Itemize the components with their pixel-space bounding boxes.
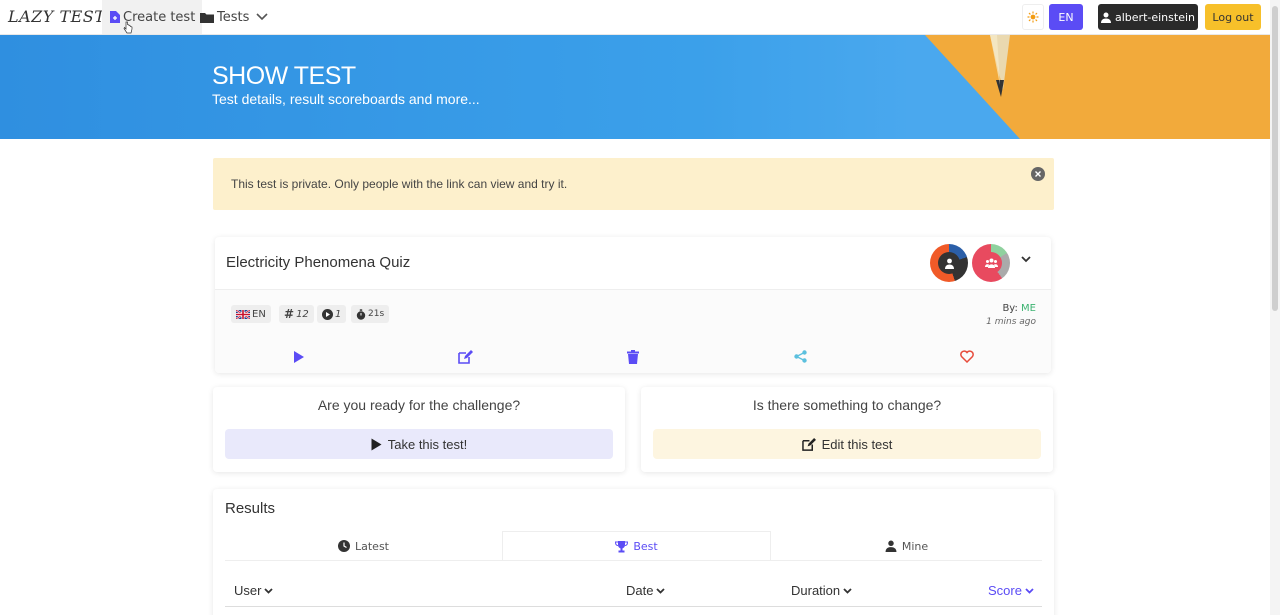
chevron-down-icon (1025, 587, 1034, 594)
user-tie-icon (944, 258, 954, 269)
tests-label: Tests (217, 9, 250, 25)
chevron-down-icon (264, 587, 274, 594)
language-tag: EN (231, 305, 271, 323)
create-test-label: Create test (123, 9, 196, 25)
top-navbar: LAZY TEST Create test Tests EN albert-ei… (0, 0, 1270, 35)
language-tag-label: EN (252, 308, 266, 320)
tab-best[interactable]: Best (502, 531, 771, 561)
chevron-down-icon (256, 13, 268, 21)
question-count-tag: # 12 (279, 305, 314, 323)
edit-test-card: Is there something to change? Edit this … (641, 387, 1053, 472)
column-score[interactable]: Score (988, 583, 1034, 598)
tab-mine-label: Mine (901, 539, 929, 553)
app-logo[interactable]: LAZY TEST (8, 7, 105, 26)
alert-message: This test is private. Only people with t… (231, 177, 568, 191)
column-date-label: Date (626, 583, 654, 598)
tab-latest[interactable]: Latest (225, 531, 502, 561)
uk-flag-icon (236, 309, 250, 319)
edit-test-label: Edit this test (821, 436, 893, 452)
edit-test-button[interactable]: Edit this test (653, 429, 1041, 459)
take-test-label: Take this test! (387, 436, 468, 452)
expand-chevron-icon[interactable] (1021, 256, 1031, 263)
play-icon (371, 438, 382, 450)
owner-stats-donut[interactable] (930, 244, 968, 282)
play-count-label: 1 (335, 308, 342, 320)
author-line: By: ME (975, 303, 1036, 314)
results-card: Results Latest Best Mine User Date Durat… (213, 489, 1054, 615)
tab-mine[interactable]: Mine (771, 531, 1042, 561)
duration-label: 21s (368, 309, 385, 319)
take-test-button[interactable]: Take this test! (225, 429, 613, 459)
column-date[interactable]: Date (626, 583, 666, 598)
trash-icon[interactable] (627, 350, 639, 364)
question-count-label: 12 (296, 308, 309, 320)
column-user-label: User (234, 583, 262, 598)
folder-icon (200, 12, 214, 23)
test-title: Electricity Phenomena Quiz (226, 254, 411, 271)
by-label: By: (1002, 303, 1018, 314)
heart-icon[interactable] (960, 350, 974, 363)
close-icon (1035, 171, 1041, 177)
author-link[interactable]: ME (1021, 303, 1036, 314)
edit-icon (801, 437, 816, 451)
theme-toggle-button[interactable] (1022, 4, 1044, 30)
column-user[interactable]: User (234, 583, 274, 598)
page-subtitle: Test details, result scoreboards and mor… (212, 91, 480, 107)
challenge-question: Are you ready for the challenge? (317, 397, 521, 413)
user-tie-icon (1101, 12, 1111, 23)
test-card: Electricity Phenomena Quiz EN # 12 1 21s… (215, 237, 1051, 373)
hash-icon: # (284, 307, 295, 321)
column-score-label: Score (988, 583, 1022, 598)
user-menu-button[interactable]: albert-einstein (1098, 4, 1198, 30)
created-ago: 1 mins ago (986, 317, 1036, 327)
column-duration-label: Duration (791, 583, 841, 598)
chevron-down-icon (843, 587, 852, 594)
hero-banner: SHOW TEST Test details, result scoreboar… (0, 35, 1270, 139)
create-test-link[interactable]: Create test (102, 0, 203, 34)
header-divider (225, 606, 1042, 607)
play-count-tag: 1 (317, 305, 347, 323)
mouse-cursor-icon (123, 21, 133, 34)
user-tie-icon (885, 540, 897, 552)
tab-best-label: Best (633, 540, 658, 553)
private-test-alert: This test is private. Only people with t… (213, 158, 1054, 210)
share-icon[interactable] (794, 350, 807, 363)
clock-icon (338, 540, 350, 552)
take-test-card: Are you ready for the challenge? Take th… (213, 387, 625, 472)
play-icon[interactable] (293, 350, 305, 364)
tests-dropdown[interactable]: Tests (200, 0, 271, 34)
username-label: albert-einstein (1115, 10, 1195, 24)
scrollbar-thumb[interactable] (1272, 6, 1278, 311)
tabs-divider (225, 560, 1042, 561)
duration-tag: 21s (351, 305, 390, 323)
edit-icon[interactable] (458, 350, 473, 364)
stopwatch-icon (356, 308, 366, 320)
column-duration[interactable]: Duration (791, 583, 852, 598)
alert-close-button[interactable] (1031, 167, 1045, 181)
play-circle-icon (322, 308, 333, 320)
community-stats-donut[interactable] (972, 244, 1010, 282)
chevron-down-icon (656, 587, 666, 594)
pencil-illustration (990, 35, 1010, 97)
sun-icon (1027, 11, 1039, 23)
tab-latest-label: Latest (355, 539, 389, 553)
file-plus-icon (110, 11, 120, 23)
language-button[interactable]: EN (1049, 4, 1083, 30)
page-title: SHOW TEST (212, 62, 356, 90)
card-divider (215, 289, 1051, 290)
trophy-icon (615, 540, 629, 552)
logout-button[interactable]: Log out (1205, 4, 1261, 30)
users-icon (984, 258, 998, 268)
results-title: Results (225, 500, 276, 517)
edit-question: Is there something to change? (752, 397, 942, 413)
